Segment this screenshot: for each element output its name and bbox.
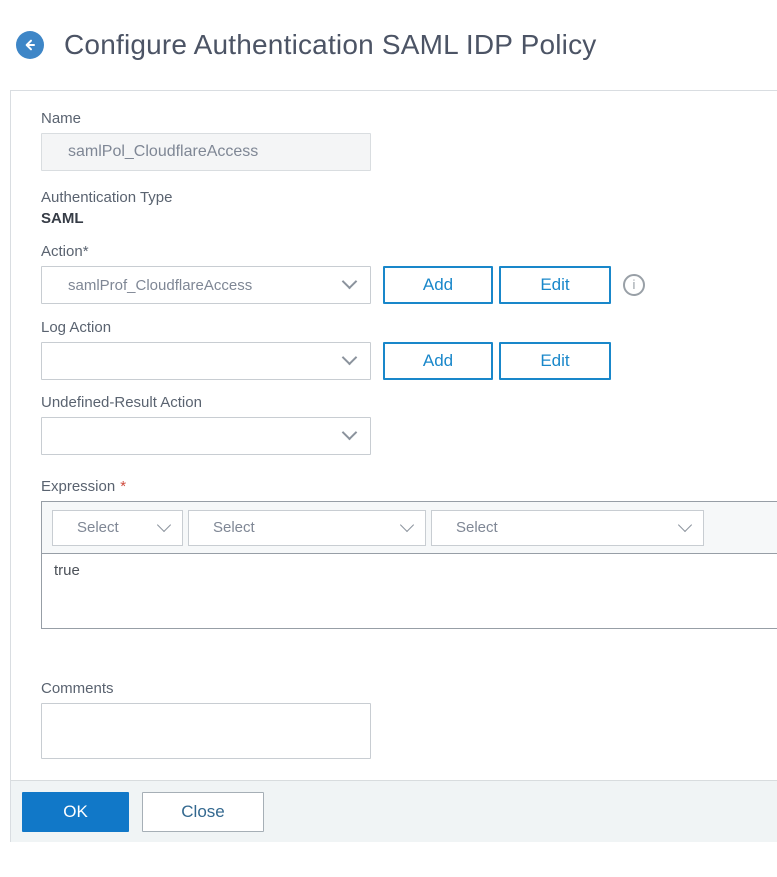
- expression-toolbar: Select Select Select: [42, 502, 777, 554]
- required-asterisk: *: [120, 478, 127, 495]
- close-button[interactable]: Close: [142, 792, 264, 832]
- action-select[interactable]: samlProf_CloudflareAccess: [41, 266, 371, 304]
- expression-editor: Select Select Select true: [41, 501, 777, 629]
- expression-textarea[interactable]: true: [42, 554, 777, 628]
- ok-button[interactable]: OK: [22, 792, 129, 832]
- expression-select-2[interactable]: Select: [188, 509, 426, 546]
- action-row: samlProf_CloudflareAccess Add Edit i: [41, 266, 777, 304]
- comments-textarea[interactable]: [41, 703, 371, 759]
- undefined-result-action-select[interactable]: [41, 417, 371, 455]
- chevron-down-icon: [677, 517, 693, 532]
- log-action-row: Add Edit: [41, 342, 777, 380]
- expression-select-1[interactable]: Select: [52, 509, 183, 546]
- action-select-value: samlProf_CloudflareAccess: [68, 276, 253, 294]
- authentication-type-label: Authentication Type: [41, 189, 173, 206]
- action-label: Action*: [41, 243, 89, 260]
- page-header: Configure Authentication SAML IDP Policy: [0, 0, 777, 90]
- log-action-select[interactable]: [41, 342, 371, 380]
- log-action-add-button[interactable]: Add: [383, 342, 493, 380]
- info-icon[interactable]: i: [623, 274, 645, 296]
- chevron-down-icon: [156, 517, 172, 532]
- expression-label: Expression *: [41, 478, 127, 495]
- action-edit-button[interactable]: Edit: [499, 266, 611, 304]
- authentication-type-value: SAML: [41, 210, 84, 227]
- left-arrow-icon: [22, 37, 38, 53]
- log-action-edit-button[interactable]: Edit: [499, 342, 611, 380]
- name-label: Name: [41, 110, 82, 127]
- log-action-label: Log Action: [41, 319, 112, 336]
- action-add-button[interactable]: Add: [383, 266, 493, 304]
- chevron-down-icon: [341, 273, 358, 290]
- policy-form: Name Authentication Type SAML Action* sa…: [11, 91, 777, 759]
- page-title: Configure Authentication SAML IDP Policy: [64, 29, 597, 60]
- chevron-down-icon: [399, 517, 415, 532]
- expression-select-3[interactable]: Select: [431, 509, 704, 546]
- chevron-down-icon: [341, 424, 358, 441]
- chevron-down-icon: [341, 349, 358, 366]
- back-button[interactable]: [16, 31, 44, 59]
- footer-bar: OK Close: [11, 780, 777, 842]
- form-panel: Name Authentication Type SAML Action* sa…: [10, 90, 777, 842]
- undefined-result-action-label: Undefined-Result Action: [41, 394, 202, 411]
- name-input: [41, 133, 371, 171]
- comments-label: Comments: [41, 680, 114, 697]
